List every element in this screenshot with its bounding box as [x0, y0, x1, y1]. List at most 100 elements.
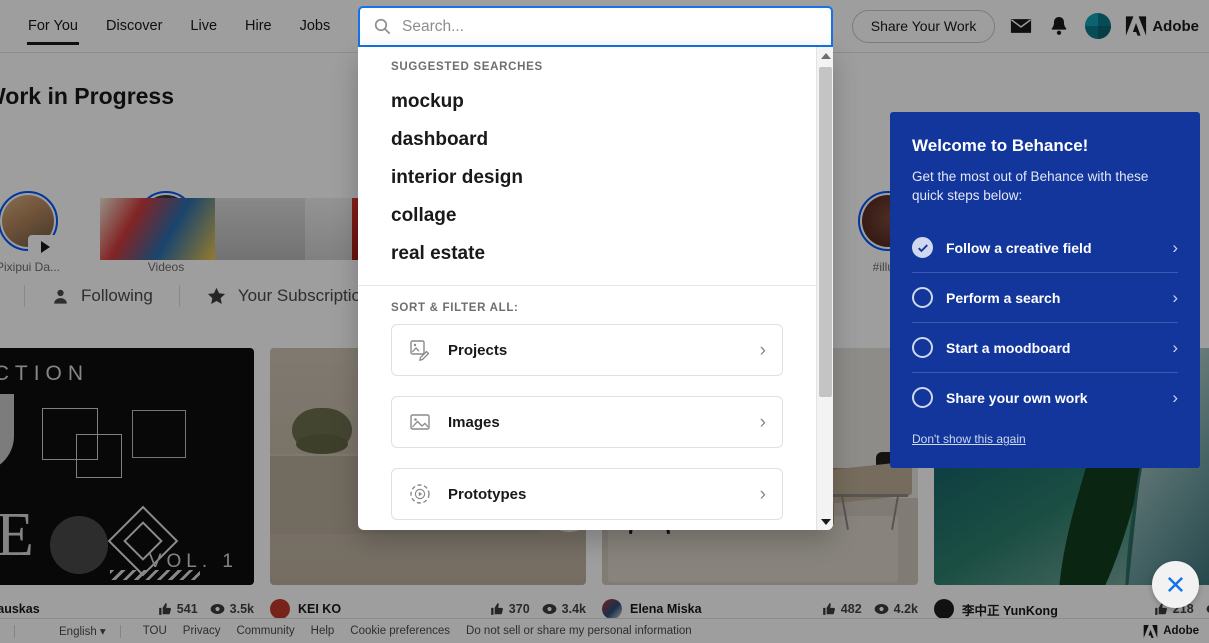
suggestion-interior-design[interactable]: interior design [358, 159, 816, 197]
image-icon [410, 414, 430, 430]
footer-link-do-not-sell[interactable]: Do not sell or share my personal informa… [458, 625, 700, 637]
filter-label: Prototypes [448, 485, 527, 503]
envelope-icon[interactable] [1009, 14, 1033, 38]
project-stats: 482 4.2k [822, 602, 918, 616]
play-badge [28, 235, 62, 259]
language-label: English [59, 626, 97, 638]
empty-circle-icon [912, 287, 933, 308]
nav-item-for-you[interactable]: For You [14, 0, 92, 53]
search-dropdown: SUGGESTED SEARCHES mockup dashboard inte… [358, 47, 833, 530]
eye-icon [210, 604, 225, 614]
chevron-right-icon: › [1172, 388, 1178, 407]
nav-item-discover[interactable]: Discover [92, 0, 176, 53]
check-circle-icon [912, 237, 933, 258]
story-item[interactable]: Pixipui Da... [0, 191, 76, 274]
tab-label: Following [81, 286, 153, 305]
suggestion-mockup[interactable]: mockup [358, 83, 816, 121]
chevron-right-icon: › [1172, 288, 1178, 307]
search-box[interactable] [358, 6, 833, 47]
project-stats: 541 3.5k [158, 602, 254, 616]
likes-stat: 482 [822, 602, 862, 616]
thumbs-up-icon [158, 603, 171, 615]
dont-show-again-link[interactable]: Don't show this again [912, 432, 1026, 446]
chevron-right-icon: › [1172, 238, 1178, 257]
empty-circle-icon [912, 387, 933, 408]
chevron-right-icon: › [759, 339, 766, 361]
nav-item-jobs[interactable]: Jobs [286, 0, 345, 53]
search-input[interactable] [402, 17, 817, 36]
behance-page: Work in Progress Pixipui Da... Videos #i… [0, 0, 1209, 643]
bell-icon[interactable] [1047, 14, 1071, 38]
project-thumbnail[interactable]: OLLECTION V D T E VOL. 1 [0, 348, 254, 585]
star-icon [207, 287, 225, 304]
welcome-step-label: Share your own work [946, 389, 1088, 406]
welcome-step-share-work[interactable]: Share your own work › [912, 372, 1178, 422]
footer-brand: Adobe [1143, 624, 1209, 638]
search-modal: SUGGESTED SEARCHES mockup dashboard inte… [358, 6, 833, 530]
filter-prototypes[interactable]: Prototypes › [391, 468, 783, 520]
empty-circle-icon [912, 337, 933, 358]
avatar[interactable] [602, 599, 622, 619]
avatar[interactable] [270, 599, 290, 619]
footer: English ▾ TOU Privacy Community Help Coo… [0, 618, 1209, 643]
search-icon [374, 18, 391, 35]
adobe-wordmark: Adobe [1152, 17, 1199, 35]
eye-icon [874, 604, 889, 614]
welcome-step-label: Follow a creative field [946, 239, 1092, 256]
views-stat: 4.2k [874, 602, 918, 616]
project-card[interactable]: OLLECTION V D T E VOL. 1 …tanauskas [0, 348, 254, 627]
adobe-logo-icon [1126, 16, 1147, 36]
welcome-step-follow-field[interactable]: Follow a creative field › [912, 223, 1178, 272]
scroll-down-arrow[interactable] [817, 513, 833, 530]
welcome-subtitle: Get the most out of Behance with these q… [912, 169, 1149, 203]
project-owner[interactable]: Elena Miska [630, 602, 702, 616]
user-avatar[interactable] [1085, 13, 1112, 39]
footer-link-tou[interactable]: TOU [135, 625, 175, 637]
avatar[interactable] [934, 599, 954, 619]
welcome-step-perform-search[interactable]: Perform a search › [912, 272, 1178, 322]
scroll-up-arrow[interactable] [817, 47, 833, 64]
dropdown-scrollbar[interactable] [816, 47, 833, 530]
close-x-icon [1167, 576, 1184, 593]
suggestion-collage[interactable]: collage [358, 197, 816, 235]
likes-count: 370 [508, 602, 530, 616]
nav-item-hire[interactable]: Hire [231, 0, 286, 53]
views-stat: 3.5k [210, 602, 254, 616]
prototype-play-icon [410, 484, 430, 504]
scrollbar-thumb[interactable] [819, 67, 832, 397]
project-owner[interactable]: …tanauskas [0, 602, 40, 616]
views-count: 4.2k [893, 602, 918, 616]
close-button[interactable] [1152, 561, 1199, 608]
footer-link-cookie-preferences[interactable]: Cookie preferences [342, 625, 458, 637]
suggestion-real-estate[interactable]: real estate [358, 235, 816, 273]
artwork-headline: OLLECTION [0, 362, 90, 385]
artwork-volume: VOL. 1 [148, 551, 238, 572]
share-your-work-button[interactable]: Share Your Work [851, 9, 996, 43]
suggested-searches-label: SUGGESTED SEARCHES [391, 61, 543, 73]
tab-following[interactable]: Following [25, 286, 179, 306]
language-selector[interactable]: English ▾ [29, 624, 106, 638]
filter-images[interactable]: Images › [391, 396, 783, 448]
video-thumb [305, 198, 352, 260]
filter-projects[interactable]: Projects › [391, 324, 783, 376]
footer-link-community[interactable]: Community [228, 625, 302, 637]
chevron-right-icon: › [759, 411, 766, 433]
welcome-title: Welcome to Behance! [912, 136, 1089, 155]
eye-icon [1206, 605, 1209, 613]
views-count: 3.4k [561, 602, 586, 616]
search-dropdown-content: SUGGESTED SEARCHES mockup dashboard inte… [358, 47, 816, 530]
likes-stat: 541 [158, 602, 198, 616]
footer-link-help[interactable]: Help [303, 625, 343, 637]
footer-link-privacy[interactable]: Privacy [175, 625, 229, 637]
suggestion-dashboard[interactable]: dashboard [358, 121, 816, 159]
adobe-brand[interactable]: Adobe [1125, 16, 1199, 36]
project-owner[interactable]: KEI KO [298, 602, 341, 616]
welcome-step-start-moodboard[interactable]: Start a moodboard › [912, 322, 1178, 372]
adobe-wordmark: Adobe [1163, 625, 1199, 637]
views-count: 3.5k [229, 602, 254, 616]
likes-stat: 370 [490, 602, 530, 616]
chevron-right-icon: › [759, 483, 766, 505]
artwork-collection: OLLECTION V D T E VOL. 1 [0, 348, 254, 585]
project-owner[interactable]: 李中正 YunKong [962, 600, 1058, 619]
nav-item-live[interactable]: Live [176, 0, 231, 53]
